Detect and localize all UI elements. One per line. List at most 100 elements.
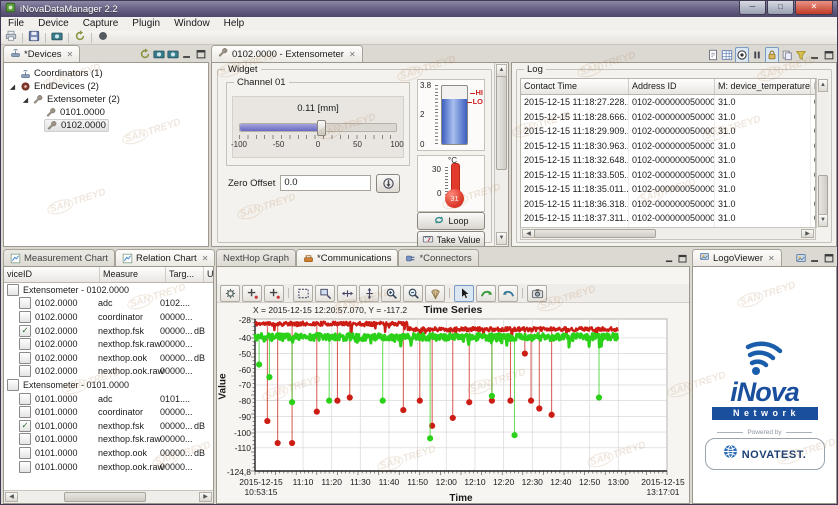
zoomin-button[interactable] <box>381 284 401 302</box>
zoombox-button[interactable] <box>293 284 313 302</box>
zero-offset-apply-button[interactable] <box>376 173 401 193</box>
undo-button[interactable] <box>476 284 496 302</box>
zoomregion-button[interactable] <box>315 284 335 302</box>
measurement-row[interactable]: 0101.0000 adc 0101.... <box>4 392 213 406</box>
log-row[interactable]: 2015-12-15 11:18:33.505... 0102-000000050… <box>521 167 815 182</box>
stop-button[interactable] <box>97 29 109 47</box>
checkbox[interactable] <box>19 365 31 378</box>
snapshot-button[interactable] <box>527 284 547 302</box>
scroll-up-icon[interactable]: ▲ <box>818 79 828 92</box>
log-column-header[interactable]: Address ID <box>629 79 715 94</box>
log-horizontal-scrollbar[interactable]: ◀ ▶ <box>520 227 816 240</box>
editor-vertical-scrollbar[interactable]: ▲ ▼ <box>494 63 508 246</box>
tab-logoviewer[interactable]: LogoViewer ✕ <box>692 249 782 266</box>
capture-button[interactable] <box>51 29 63 47</box>
checkbox[interactable] <box>7 378 19 391</box>
log-row[interactable]: 2015-12-15 11:18:30.963... 0102-000000050… <box>521 138 815 153</box>
tab-extensometer[interactable]: 0102.0000 - Extensometer ✕ <box>211 45 363 62</box>
tree-item-enddevices-2-[interactable]: ◢ EndDevices (2) <box>4 80 208 93</box>
menu-plugin[interactable]: Plugin <box>125 17 167 31</box>
zoomout-button[interactable] <box>403 284 423 302</box>
tab--connectors[interactable]: *Connectors <box>398 249 479 266</box>
gear-button[interactable] <box>220 284 240 302</box>
tree-item-0101-0000[interactable]: 0101.0000 <box>4 106 208 119</box>
chart-plot[interactable] <box>217 317 677 487</box>
measurement-column-header[interactable]: viceID <box>4 267 100 282</box>
zero-offset-input[interactable]: 0.0 <box>280 175 372 191</box>
take-value-button[interactable]: Take Value <box>417 231 485 246</box>
checkbox[interactable] <box>7 283 19 296</box>
measurement-row[interactable]: 0101.0000 nexthop.ook 00000... dB <box>4 446 213 460</box>
log-column-header[interactable]: M: device_temperature [... <box>715 79 811 94</box>
log-row[interactable]: 2015-12-15 11:18:36.318... 0102-000000050… <box>521 196 815 211</box>
log-row[interactable]: 2015-12-15 11:18:27.228... 0102-000000050… <box>521 95 815 110</box>
close-tab-icon[interactable]: ✕ <box>202 254 209 263</box>
checkbox[interactable]: ✓ <box>19 419 31 432</box>
scrollbar-thumb[interactable] <box>64 492 146 502</box>
pan-button[interactable] <box>425 284 445 302</box>
menu-window[interactable]: Window <box>167 17 217 31</box>
measurement-row[interactable]: 0102.0000 nexthop.fsk.raw 00000... <box>4 337 213 351</box>
measurement-row[interactable]: 0102.0000 coordinator 00000... <box>4 310 213 324</box>
tab-devices[interactable]: *Devices ✕ <box>3 45 81 62</box>
log-row[interactable]: 2015-12-15 11:18:35.011... 0102-000000050… <box>521 182 815 197</box>
measurement-row[interactable]: 0101.0000 nexthop.ook.raw 00000... <box>4 460 213 474</box>
expandy-button[interactable] <box>359 284 379 302</box>
checkbox[interactable] <box>19 406 31 419</box>
close-tab-icon[interactable]: ✕ <box>768 254 775 263</box>
channel-slider[interactable] <box>239 120 397 136</box>
checkbox[interactable] <box>19 310 31 323</box>
scrollbar-thumb[interactable] <box>818 175 828 215</box>
addmark-button[interactable] <box>264 284 284 302</box>
checkbox[interactable] <box>19 338 31 351</box>
checkbox[interactable] <box>19 460 31 473</box>
addmark-button[interactable] <box>242 284 262 302</box>
scroll-right-icon[interactable]: ▶ <box>801 229 814 238</box>
tab--communications[interactable]: *Communications <box>296 249 399 266</box>
expandx-button[interactable] <box>337 284 357 302</box>
log-vertical-scrollbar[interactable]: ▲ ▼ <box>816 78 829 228</box>
log-row[interactable]: 2015-12-15 11:18:28.666... 0102-000000050… <box>521 109 815 124</box>
scroll-right-icon[interactable]: ▶ <box>199 492 212 502</box>
scroll-down-icon[interactable]: ▼ <box>818 214 828 227</box>
measurement-horizontal-scrollbar[interactable]: ◀ ▶ <box>4 490 213 503</box>
scrollbar-thumb[interactable] <box>534 229 656 238</box>
measurement-row[interactable]: 0101.0000 coordinator 00000... <box>4 405 213 419</box>
measurement-column-header[interactable]: Unit <box>204 267 213 282</box>
measurement-group-row[interactable]: Extensometer - 0102.0000 <box>4 283 213 297</box>
close-tab-icon[interactable]: ✕ <box>349 50 356 59</box>
tree-item-0102-0000[interactable]: 0102.0000 <box>4 119 208 132</box>
checkbox[interactable] <box>19 392 31 405</box>
scroll-down-icon[interactable]: ▼ <box>496 232 507 245</box>
tree-item-coordinators-1-[interactable]: Coordinators (1) <box>4 67 208 80</box>
tab-nexthop-graph[interactable]: NextHop Graph <box>216 249 297 266</box>
scrollbar-thumb[interactable] <box>496 76 507 170</box>
slider-thumb[interactable] <box>316 120 326 136</box>
expander-open-icon[interactable]: ◢ <box>21 96 30 104</box>
measurement-row[interactable]: ✓ 0101.0000 nexthop.fsk 00000... dB <box>4 419 213 433</box>
scroll-left-icon[interactable]: ◀ <box>5 492 18 502</box>
tree-item-extensometer-2-[interactable]: ◢ Extensometer (2) <box>4 93 208 106</box>
redo-button[interactable] <box>498 284 518 302</box>
cursor-button[interactable] <box>454 284 474 302</box>
close-button[interactable]: ✕ <box>795 1 833 15</box>
measurement-group-row[interactable]: Extensometer - 0101.0000 <box>4 378 213 392</box>
log-column-header[interactable]: Contact Time <box>521 79 629 94</box>
tab-measurement-chart[interactable]: Measurement Chart <box>3 249 115 266</box>
menu-help[interactable]: Help <box>217 17 252 31</box>
tab-relation-chart[interactable]: Relation Chart ✕ <box>114 249 216 266</box>
expander-open-icon[interactable]: ◢ <box>8 83 17 91</box>
measurement-row[interactable]: 0102.0000 nexthop.ook 00000... dB <box>4 351 213 365</box>
log-row[interactable]: 2015-12-15 11:18:29.909... 0102-000000050… <box>521 124 815 139</box>
maximize-button[interactable]: □ <box>767 1 794 15</box>
log-row[interactable]: 2015-12-15 11:18:37.311... 0102-000000050… <box>521 211 815 226</box>
close-tab-icon[interactable]: ✕ <box>67 50 74 59</box>
measurement-row[interactable]: 0102.0000 adc 0102.... <box>4 297 213 311</box>
measurement-row[interactable]: ✓ 0102.0000 nexthop.fsk 00000... dB <box>4 324 213 338</box>
loop-button[interactable]: Loop <box>417 212 485 230</box>
checkbox[interactable]: ✓ <box>19 324 31 337</box>
measurement-row[interactable]: 0102.0000 nexthop.ook.raw 00000... <box>4 365 213 379</box>
log-row[interactable]: 2015-12-15 11:18:32.648... 0102-000000050… <box>521 153 815 168</box>
checkbox[interactable] <box>19 351 31 364</box>
checkbox[interactable] <box>19 433 31 446</box>
